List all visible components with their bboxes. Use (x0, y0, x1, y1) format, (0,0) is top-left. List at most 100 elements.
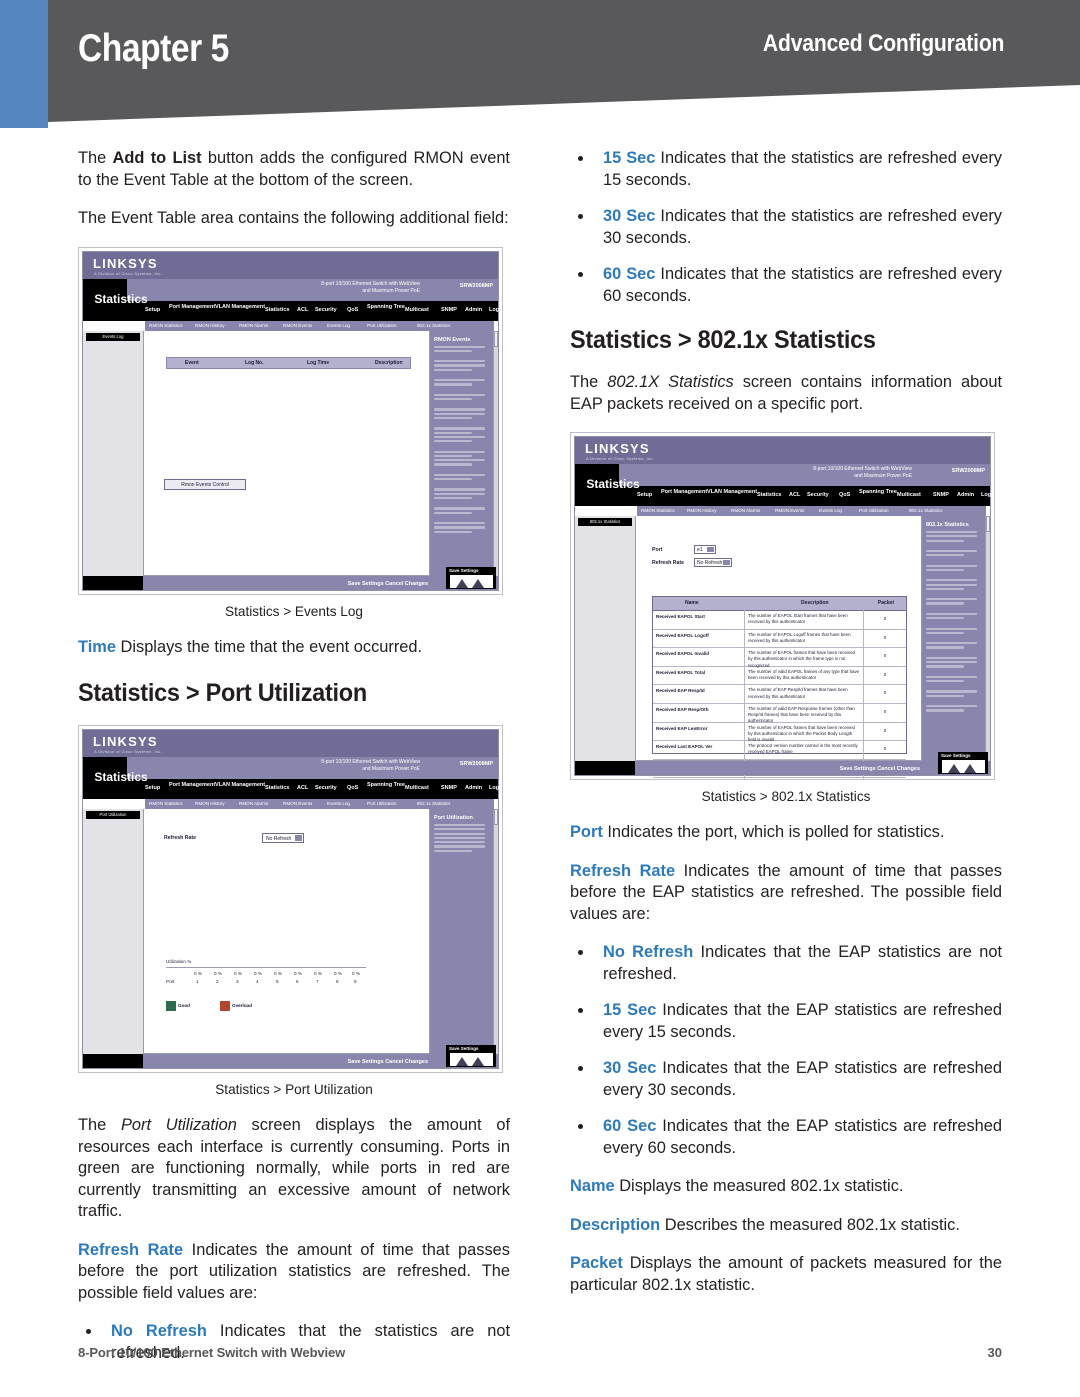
rmon-events-control-button[interactable]: Rmon Events Control (164, 478, 246, 490)
tab-acl[interactable]: ACL (297, 785, 308, 791)
tab-port-management[interactable]: Port Management (661, 489, 707, 495)
subtab-rmon-events[interactable]: RMON Events (283, 801, 312, 806)
tab-port-management[interactable]: Port Management (169, 782, 215, 788)
tab-logout[interactable]: LogOut (489, 785, 502, 791)
tab-vlan-management[interactable]: VLAN Management (215, 782, 265, 788)
scrollbar-thumb[interactable] (494, 330, 498, 347)
tab-snmp[interactable]: SNMP (441, 785, 457, 791)
subtab-port-utilization[interactable]: Port Utilization (859, 508, 889, 513)
bullet-text: Indicates that the statistics are refres… (603, 149, 1002, 189)
subtab-port-utilization[interactable]: Port Utilization (367, 323, 397, 328)
tab-security[interactable]: Security (807, 492, 829, 498)
left-nav[interactable]: Events Log (83, 330, 144, 576)
port-select[interactable]: e1 (694, 545, 716, 554)
tab-snmp[interactable]: SNMP (933, 492, 949, 498)
bullet-text: Indicates that the EAP statistics are re… (603, 1117, 1002, 1157)
legend-swatch-overload (220, 1001, 230, 1011)
tab-admin[interactable]: Admin (957, 492, 974, 498)
tab-vlan-management[interactable]: VLAN Management (707, 489, 757, 495)
tab-port-management[interactable]: Port Management (169, 304, 215, 310)
left-nav[interactable]: 802.1x Statistics (575, 516, 636, 761)
tab-admin[interactable]: Admin (465, 785, 482, 791)
term-refresh-rate-right: Refresh Rate Indicates the amount of tim… (570, 861, 1002, 926)
tab-qos[interactable]: QoS (839, 492, 850, 498)
footer-action-links[interactable]: Save Settings Cancel Changes (348, 1059, 428, 1065)
save-settings-badge[interactable]: Save Settings (938, 752, 988, 774)
refresh-rate-select[interactable]: No Refresh (262, 833, 304, 843)
tab-spanning-tree[interactable]: Spanning Tree (367, 304, 405, 310)
refresh-rate-select[interactable]: No Refresh (694, 558, 732, 567)
tab-multicast[interactable]: Multicast (405, 307, 429, 313)
tab-admin[interactable]: Admin (465, 307, 482, 313)
subtab-rmon-alarms[interactable]: RMON Alarms (731, 508, 760, 513)
linksys-logo-bar: LINKSYS A Division of Cisco Systems, Inc… (83, 251, 498, 279)
subtab-rmon-history[interactable]: RMON History (195, 801, 225, 806)
subtab-8021x-statistics[interactable]: 802.1x Statistics (417, 801, 450, 806)
tab-bar[interactable]: Setup Port Management VLAN Management St… (145, 301, 502, 319)
sub-tab-bar[interactable]: RMON Statistics RMON History RMON Alarms… (637, 506, 986, 516)
tab-qos[interactable]: QoS (347, 785, 358, 791)
subtab-events-log[interactable]: Events Log (327, 801, 350, 806)
subtab-rmon-history[interactable]: RMON History (195, 323, 225, 328)
subtab-rmon-events[interactable]: RMON Events (283, 323, 312, 328)
paragraph-8021x: The 802.1X Statistics screen contains in… (570, 372, 1002, 415)
tab-spanning-tree[interactable]: Spanning Tree (859, 489, 897, 495)
tab-setup[interactable]: Setup (637, 492, 652, 498)
subtab-rmon-statistics[interactable]: RMON Statistics (149, 801, 183, 806)
tab-qos[interactable]: QoS (347, 307, 358, 313)
scrollbar-thumb[interactable] (986, 516, 990, 532)
tab-bar[interactable]: Setup Port Management VLAN Management St… (145, 779, 502, 797)
table-row: Received EAPOL Invalid The number of EAPO… (653, 647, 906, 668)
left-nav[interactable]: Port Utilization (83, 809, 144, 1054)
scrollbar[interactable] (493, 330, 498, 576)
subtab-rmon-alarms[interactable]: RMON Alarms (239, 323, 268, 328)
chevron-down-icon[interactable] (295, 835, 302, 841)
tab-bar[interactable]: Setup Port Management VLAN Management St… (637, 486, 994, 504)
save-settings-badge[interactable]: Save Settings (446, 566, 496, 589)
subtab-rmon-history[interactable]: RMON History (687, 508, 717, 513)
bullet-term: 60 Sec (603, 1117, 657, 1135)
footer-action-links[interactable]: Save Settings Cancel Changes (840, 766, 920, 772)
tab-setup[interactable]: Setup (145, 307, 160, 313)
scrollbar[interactable] (493, 809, 498, 1054)
left-nav-item-events-log[interactable]: Events Log (86, 332, 140, 341)
sub-tab-bar[interactable]: RMON Statistics RMON History RMON Alarms… (145, 320, 494, 331)
subtab-rmon-events[interactable]: RMON Events (775, 508, 804, 513)
tab-logout[interactable]: LogOut (981, 492, 994, 498)
tab-snmp[interactable]: SNMP (441, 307, 457, 313)
scrollbar[interactable] (985, 516, 990, 761)
chevron-down-icon[interactable] (707, 547, 714, 552)
linksys-logo-bar: LINKSYS A Division of Cisco Systems, Inc… (83, 730, 498, 757)
tab-vlan-management[interactable]: VLAN Management (215, 304, 265, 310)
left-nav-item-port-utilization[interactable]: Port Utilization (86, 811, 140, 819)
chart-axis (166, 967, 366, 968)
save-settings-badge[interactable]: Save Settings (446, 1045, 496, 1067)
tab-multicast[interactable]: Multicast (897, 492, 921, 498)
tab-statistics[interactable]: Statistics (265, 785, 289, 791)
tab-statistics[interactable]: Statistics (265, 307, 289, 313)
subtab-events-log[interactable]: Events Log (819, 508, 842, 513)
subtab-8021x-statistics[interactable]: 802.1x Statistics (909, 508, 942, 513)
tab-acl[interactable]: ACL (297, 307, 308, 313)
sub-tab-bar[interactable]: RMON Statistics RMON History RMON Alarms… (145, 799, 494, 809)
footer-action-links[interactable]: Save Settings Cancel Changes (348, 581, 428, 587)
chevron-down-icon[interactable] (723, 560, 730, 565)
tab-logout[interactable]: LogOut (489, 307, 502, 313)
tab-acl[interactable]: ACL (789, 492, 800, 498)
subtab-port-utilization[interactable]: Port Utilization (367, 801, 397, 806)
subtab-rmon-statistics[interactable]: RMON Statistics (149, 323, 183, 328)
left-nav-item-8021x-statistics[interactable]: 802.1x Statistics (578, 518, 632, 526)
subtab-rmon-statistics[interactable]: RMON Statistics (641, 508, 675, 513)
list-item: 30 Sec Indicates that the EAP statistics… (570, 1058, 1002, 1101)
scrollbar-thumb[interactable] (494, 809, 498, 825)
subtab-rmon-alarms[interactable]: RMON Alarms (239, 801, 268, 806)
tab-multicast[interactable]: Multicast (405, 785, 429, 791)
tab-security[interactable]: Security (315, 307, 337, 313)
tab-statistics[interactable]: Statistics (757, 492, 781, 498)
save-settings-label: Save Settings (449, 567, 479, 573)
subtab-8021x-statistics[interactable]: 802.1x Statistics (417, 323, 450, 328)
subtab-events-log[interactable]: Events Log (327, 323, 350, 328)
tab-setup[interactable]: Setup (145, 785, 160, 791)
tab-spanning-tree[interactable]: Spanning Tree (367, 782, 405, 788)
tab-security[interactable]: Security (315, 785, 337, 791)
